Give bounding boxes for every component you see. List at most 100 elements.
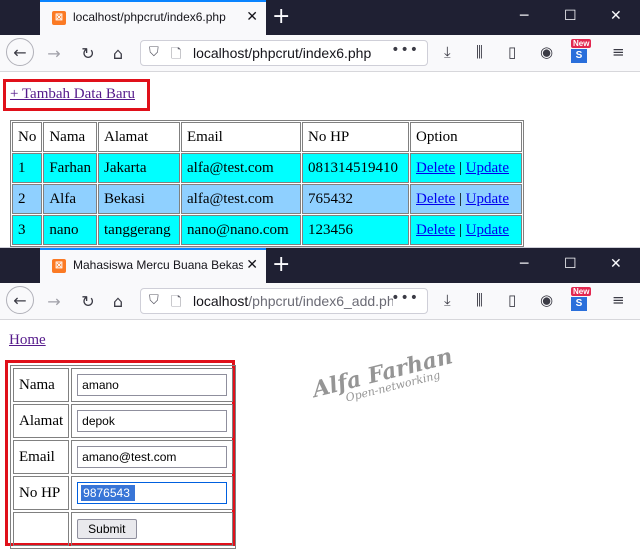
cell-nama: nano (43, 215, 97, 245)
cell-nohp: 123456 (302, 215, 409, 245)
new-tab-icon[interactable]: + (272, 252, 290, 277)
home-icon[interactable]: ⌂ (104, 287, 132, 315)
tab-active[interactable]: ⊠ localhost/phpcrut/index6.php ✕ (40, 0, 266, 35)
nav-bar: ← → ↻ ⌂ ⛉ 🗋 localhost/phpcrut/index6_add… (0, 283, 640, 320)
delete-link[interactable]: Delete (416, 160, 455, 176)
separator: | (458, 190, 462, 207)
title-bar: ⊠ localhost/phpcrut/index6.php ✕ + ─ ☐ ✕ (0, 0, 640, 35)
delete-link[interactable]: Delete (416, 222, 455, 238)
separator: | (458, 159, 462, 176)
cell-no: 2 (12, 184, 43, 214)
library-icon[interactable]: ⫼ (476, 43, 483, 61)
sidebar-icon[interactable]: ▯ (508, 291, 516, 309)
close-window-icon[interactable]: ✕ (610, 8, 622, 24)
sidebar-icon[interactable]: ▯ (508, 43, 516, 61)
header-option: Option (410, 122, 522, 152)
account-icon[interactable]: ◉ (540, 43, 553, 61)
table-row: 2 Alfa Bekasi alfa@test.com 765432 Delet… (12, 184, 522, 214)
extension-button[interactable]: New S (569, 39, 593, 65)
maximize-icon[interactable]: ☐ (564, 256, 577, 272)
url-text[interactable]: localhost/phpcrut/index6_add.ph (193, 293, 393, 309)
cell-email: alfa@test.com (181, 184, 301, 214)
tab-close-icon[interactable]: ✕ (246, 9, 258, 25)
form-row-nohp: No HP 9876543 (13, 476, 234, 510)
account-icon[interactable]: ◉ (540, 291, 553, 309)
empty-cell (13, 512, 70, 546)
page-info-icon[interactable]: 🗋 (171, 293, 181, 315)
form-row-submit: Submit (13, 512, 234, 546)
nav-bar: ← → ↻ ⌂ ⛉ 🗋 localhost/phpcrut/index6.php… (0, 35, 640, 72)
data-table: No Nama Alamat Email No HP Option 1 Farh… (10, 120, 524, 247)
more-actions-icon[interactable]: ••• (391, 42, 419, 58)
cell-nama: Alfa (43, 184, 97, 214)
tab-title: localhost/phpcrut/index6.php (73, 10, 226, 24)
new-badge: New (571, 39, 592, 48)
alamat-label: Alamat (13, 404, 70, 438)
table-row: 3 nano tanggerang nano@nano.com 123456 D… (12, 215, 522, 245)
delete-link[interactable]: Delete (416, 191, 455, 207)
url-bar[interactable]: ⛉ 🗋 localhost/phpcrut/index6_add.ph ••• (140, 288, 428, 314)
minimize-icon[interactable]: ─ (520, 256, 528, 272)
xampp-favicon-icon: ⊠ (52, 259, 66, 273)
cell-option: Delete | Update (410, 215, 522, 245)
reload-icon[interactable]: ↻ (74, 39, 102, 67)
back-icon[interactable]: ← (6, 38, 34, 66)
page-info-icon[interactable]: 🗋 (171, 45, 181, 67)
header-nama: Nama (43, 122, 97, 152)
header-nohp: No HP (302, 122, 409, 152)
alamat-input[interactable] (77, 410, 228, 432)
shield-icon[interactable]: ⛉ (149, 45, 159, 60)
browser-window-add: ⊠ Mahasiswa Mercu Buana Bekasi ✕ + ─ ☐ ✕… (0, 247, 640, 556)
shield-icon[interactable]: ⛉ (149, 293, 159, 308)
back-icon[interactable]: ← (6, 286, 34, 314)
maximize-icon[interactable]: ☐ (564, 8, 577, 24)
new-tab-icon[interactable]: + (272, 4, 290, 29)
nama-cell (71, 368, 234, 402)
email-label: Email (13, 440, 70, 474)
cell-alamat: Jakarta (98, 153, 180, 183)
menu-icon[interactable]: ≡ (612, 291, 625, 309)
download-icon[interactable]: ⤓ (444, 291, 451, 309)
url-path: /phpcrut/index6_add.ph (248, 293, 393, 309)
cell-option: Delete | Update (410, 184, 522, 214)
url-bar[interactable]: ⛉ 🗋 localhost/phpcrut/index6.php ••• (140, 40, 428, 66)
nohp-label: No HP (13, 476, 70, 510)
title-bar: ⊠ Mahasiswa Mercu Buana Bekasi ✕ + ─ ☐ ✕ (0, 248, 640, 283)
update-link[interactable]: Update (466, 191, 509, 207)
cell-nohp: 081314519410 (302, 153, 409, 183)
form-row-email: Email (13, 440, 234, 474)
menu-icon[interactable]: ≡ (612, 43, 625, 61)
tab-close-icon[interactable]: ✕ (246, 257, 258, 273)
minimize-icon[interactable]: ─ (520, 8, 528, 24)
header-email: Email (181, 122, 301, 152)
tab-active[interactable]: ⊠ Mahasiswa Mercu Buana Bekasi ✕ (40, 248, 266, 283)
header-no: No (12, 122, 43, 152)
cell-alamat: Bekasi (98, 184, 180, 214)
update-link[interactable]: Update (466, 160, 509, 176)
add-new-data-link[interactable]: + Tambah Data Baru (10, 86, 135, 103)
cell-nohp: 765432 (302, 184, 409, 214)
email-input[interactable] (77, 446, 228, 468)
url-text[interactable]: localhost/phpcrut/index6.php (193, 45, 393, 61)
home-link[interactable]: Home (9, 332, 46, 349)
nama-input[interactable] (77, 374, 228, 396)
home-icon[interactable]: ⌂ (104, 39, 132, 67)
library-icon[interactable]: ⫼ (476, 291, 483, 309)
extension-icon: S (571, 297, 587, 311)
reload-icon[interactable]: ↻ (74, 287, 102, 315)
download-icon[interactable]: ⤓ (444, 43, 451, 61)
extension-icon: S (571, 49, 587, 63)
form-row-alamat: Alamat (13, 404, 234, 438)
extension-button[interactable]: New S (569, 287, 593, 313)
separator: | (458, 221, 462, 238)
close-window-icon[interactable]: ✕ (610, 256, 622, 272)
table-header-row: No Nama Alamat Email No HP Option (12, 122, 522, 152)
cell-email: alfa@test.com (181, 153, 301, 183)
submit-button[interactable]: Submit (77, 519, 137, 539)
cell-alamat: tanggerang (98, 215, 180, 245)
cell-email: nano@nano.com (181, 215, 301, 245)
forward-icon[interactable]: → (40, 39, 68, 67)
more-actions-icon[interactable]: ••• (391, 290, 419, 306)
update-link[interactable]: Update (466, 222, 509, 238)
forward-icon[interactable]: → (40, 287, 68, 315)
